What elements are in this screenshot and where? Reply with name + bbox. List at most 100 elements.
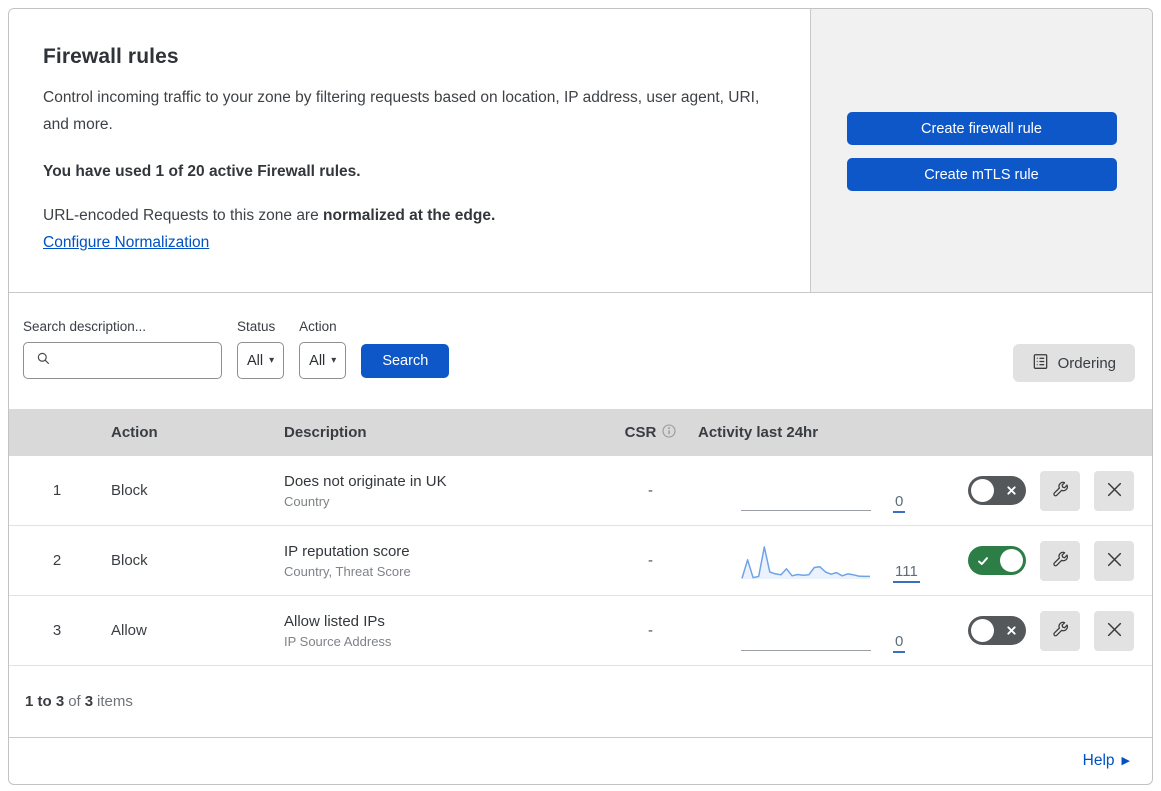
chevron-down-icon: ▾ [269, 355, 275, 366]
x-icon [1106, 481, 1123, 501]
help-bar: Help ▶ [9, 738, 1152, 783]
rule-number: 3 [52, 622, 62, 639]
pagination-range: 1 to 3 [25, 693, 65, 710]
x-icon [1106, 621, 1123, 641]
header-actions-sidebar: Create firewall rule Create mTLS rule [811, 9, 1152, 292]
edit-rule-button[interactable] [1040, 470, 1080, 511]
rule-enable-toggle[interactable] [968, 476, 1026, 505]
activity-sparkline [741, 541, 871, 581]
check-icon [971, 555, 995, 567]
table-header: Action Description CSR Activity last 24h… [9, 409, 1152, 456]
x-icon [1000, 625, 1023, 636]
search-input-box[interactable] [23, 342, 246, 379]
delete-rule-button[interactable] [1094, 540, 1134, 581]
rule-enable-toggle[interactable] [968, 546, 1026, 575]
toggle-knob [971, 619, 994, 642]
rule-criteria: Country [284, 493, 330, 509]
rule-description: Allow listed IPs [284, 612, 385, 630]
rule-activity-cell: 0 [698, 471, 943, 513]
status-label: Status [237, 319, 276, 334]
filter-controls: Search description... Status All ▾ Actio… [23, 319, 450, 379]
chevron-down-icon: ▾ [331, 355, 337, 366]
edit-rule-button[interactable] [1040, 610, 1080, 651]
rule-description-cell: Allow listed IPs IP Source Address [278, 613, 603, 649]
firewall-rules-panel: Firewall rules Control incoming traffic … [8, 8, 1153, 785]
table-row: 2 Block IP reputation score Country, Thr… [9, 526, 1152, 596]
rule-description: Does not originate in UK [284, 472, 447, 490]
status-filter-group: Status All ▾ [237, 319, 285, 379]
search-button[interactable]: Search [361, 344, 450, 378]
ordering-button[interactable]: Ordering [1012, 344, 1135, 382]
wrench-icon [1051, 480, 1070, 502]
rule-number: 1 [52, 482, 62, 499]
action-filter-group: Action All ▾ [299, 319, 347, 379]
triangle-right-icon: ▶ [1121, 755, 1130, 767]
rule-csr-value: - [648, 552, 653, 569]
edit-rule-button[interactable] [1040, 540, 1080, 581]
normalization-note-text: URL-encoded Requests to this zone are [43, 207, 324, 225]
normalization-note: URL-encoded Requests to this zone are no… [43, 207, 766, 225]
rule-action: Block [111, 482, 148, 499]
x-icon [1000, 485, 1023, 496]
rule-number: 2 [52, 552, 62, 569]
rule-csr-value: - [648, 622, 653, 639]
header-card: Firewall rules Control incoming traffic … [9, 9, 811, 292]
help-link-label: Help [1082, 751, 1115, 769]
action-label: Action [299, 319, 337, 334]
action-select[interactable]: All ▾ [299, 342, 347, 379]
activity-count-link[interactable]: 0 [893, 633, 906, 653]
search-group: Search description... [23, 319, 246, 379]
delete-rule-button[interactable] [1094, 470, 1134, 511]
rule-controls [943, 610, 1152, 651]
x-icon [1106, 551, 1123, 571]
action-select-value: All [309, 352, 326, 369]
rule-criteria: Country, Threat Score [284, 563, 411, 579]
column-header-csr: CSR [603, 423, 698, 442]
toggle-knob [971, 479, 994, 502]
page-title: Firewall rules [43, 45, 179, 68]
create-firewall-rule-button[interactable]: Create firewall rule [846, 112, 1117, 145]
page-description: Control incoming traffic to your zone by… [43, 89, 760, 133]
filter-bar: Search description... Status All ▾ Actio… [9, 293, 1152, 409]
header-section: Firewall rules Control incoming traffic … [9, 9, 1152, 293]
normalization-note-bold: normalized at the edge. [323, 207, 496, 225]
delete-rule-button[interactable] [1094, 610, 1134, 651]
activity-sparkline [741, 611, 871, 651]
rule-enable-toggle[interactable] [968, 616, 1026, 645]
configure-normalization-link[interactable]: Configure Normalization [43, 234, 209, 252]
rule-activity-cell: 0 [698, 611, 943, 653]
column-header-activity: Activity last 24hr [698, 424, 819, 441]
wrench-icon [1051, 620, 1070, 642]
status-select[interactable]: All ▾ [237, 342, 285, 379]
wrench-icon [1051, 550, 1070, 572]
rule-action: Block [111, 552, 148, 569]
search-description-input[interactable] [59, 343, 246, 378]
toggle-knob [1000, 549, 1023, 572]
create-mtls-rule-button[interactable]: Create mTLS rule [846, 158, 1117, 191]
list-document-icon [1032, 353, 1049, 374]
table-row: 1 Block Does not originate in UK Country… [9, 456, 1152, 526]
ordering-button-label: Ordering [1057, 354, 1116, 372]
status-select-value: All [247, 352, 264, 369]
help-link[interactable]: Help ▶ [1083, 752, 1130, 770]
rule-action: Allow [111, 622, 147, 639]
rule-description: IP reputation score [284, 542, 410, 560]
table-row: 3 Allow Allow listed IPs IP Source Addre… [9, 596, 1152, 666]
column-header-description: Description [284, 424, 367, 441]
activity-count-link[interactable]: 0 [893, 493, 906, 513]
table-body: 1 Block Does not originate in UK Country… [9, 456, 1152, 666]
usage-summary: You have used 1 of 20 active Firewall ru… [43, 163, 361, 181]
csr-header-label: CSR [624, 424, 657, 441]
rule-description-cell: Does not originate in UK Country [278, 473, 603, 509]
search-icon [36, 351, 51, 371]
pagination-total: 3 [84, 693, 94, 710]
info-icon[interactable] [662, 423, 676, 442]
rule-controls [943, 470, 1152, 511]
rule-controls [943, 540, 1152, 581]
rule-csr-value: - [648, 482, 653, 499]
rule-activity-cell: 111 [698, 541, 943, 583]
rule-description-cell: IP reputation score Country, Threat Scor… [278, 543, 603, 579]
pagination-of: of [68, 693, 81, 710]
pagination-items-label: items [97, 693, 133, 710]
activity-count-link[interactable]: 111 [893, 563, 920, 583]
